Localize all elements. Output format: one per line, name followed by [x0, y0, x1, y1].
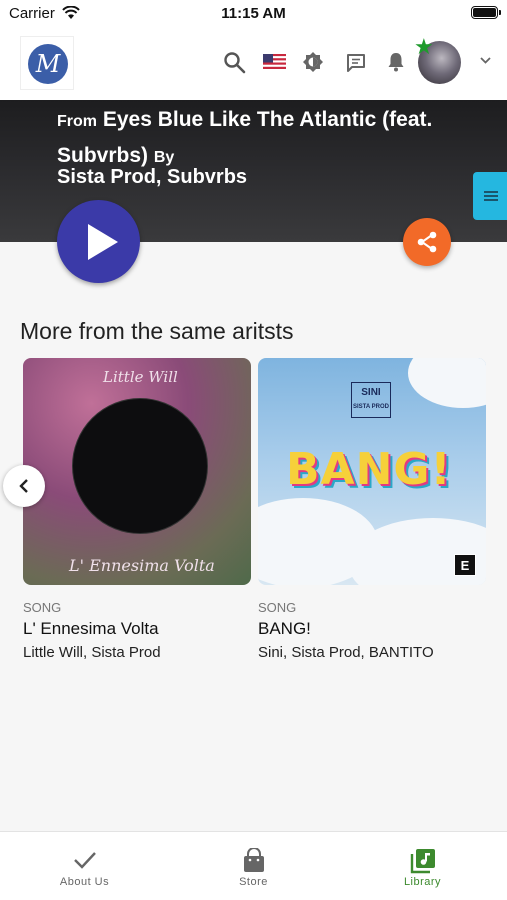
library-music-icon [410, 849, 435, 874]
brightness-icon[interactable] [302, 51, 324, 73]
song-card[interactable]: Little Will L' Ennesima Volta SONG L' En… [23, 358, 251, 661]
song-card[interactable]: SINI SISTA PROD BANG! E SONG BANG! Sini,… [258, 358, 486, 661]
star-icon: ★ [414, 34, 434, 59]
art-label-top: SINI [361, 387, 381, 398]
play-icon [88, 224, 118, 260]
card-artists[interactable]: Little Will, Sista Prod [23, 644, 251, 661]
chevron-down-icon[interactable] [479, 56, 492, 65]
share-icon [417, 231, 437, 253]
search-icon[interactable] [222, 50, 246, 74]
art-label-bottom: SISTA PROD [352, 404, 389, 410]
art-caption-top: Little Will [103, 368, 178, 386]
logo-mark: M [28, 44, 68, 84]
shopping-bag-icon [244, 848, 264, 872]
from-label: From [57, 113, 97, 130]
status-bar: Carrier 11:15 AM [0, 0, 507, 26]
card-type: SONG [258, 600, 297, 615]
nav-library[interactable]: Library [338, 832, 507, 900]
nav-label: Library [403, 876, 442, 888]
chat-icon[interactable] [346, 53, 366, 72]
art-cloud [408, 358, 486, 408]
side-menu-tab[interactable] [473, 172, 507, 220]
card-title[interactable]: L' Ennesima Volta [23, 619, 251, 639]
nav-store[interactable]: Store [169, 832, 338, 900]
nav-label: About Us [59, 876, 110, 888]
card-title[interactable]: BANG! [258, 619, 486, 639]
nav-label: Store [239, 876, 268, 888]
section-title: More from the same aritsts [20, 318, 294, 344]
art-caption-bottom: L' Ennesima Volta [69, 556, 215, 575]
bottom-nav: About Us Store Library [0, 831, 507, 900]
card-type: SONG [23, 600, 62, 615]
battery-icon [471, 6, 501, 19]
clock: 11:15 AM [221, 5, 286, 22]
hero-artists[interactable]: Sista Prod, Subvrbs [57, 166, 247, 189]
menu-icon [484, 191, 498, 201]
art-disc [72, 398, 208, 534]
play-button[interactable] [57, 200, 140, 283]
art-label: SINI SISTA PROD [351, 382, 391, 418]
bell-icon[interactable] [387, 52, 405, 72]
app-logo[interactable]: M [20, 36, 74, 90]
chevron-left-icon [19, 479, 28, 493]
album-art[interactable]: Little Will L' Ennesima Volta [23, 358, 251, 585]
check-icon [74, 852, 96, 869]
hero-album-line: From Eyes Blue Like The Atlantic (feat. … [57, 103, 457, 175]
flag-us-icon[interactable] [263, 54, 286, 69]
share-button[interactable] [403, 218, 451, 266]
explicit-badge: E [454, 554, 476, 576]
nav-about-us[interactable]: About Us [0, 832, 169, 900]
carousel-prev-button[interactable] [3, 465, 45, 507]
art-title: BANG! [286, 444, 452, 495]
album-art[interactable]: SINI SISTA PROD BANG! E [258, 358, 486, 585]
app-header: M ★ [0, 26, 507, 100]
by-label: By [153, 149, 175, 166]
album-title[interactable]: Eyes Blue Like The Atlantic (feat. Subvr… [57, 108, 432, 167]
card-artists[interactable]: Sini, Sista Prod, BANTITO [258, 644, 486, 661]
